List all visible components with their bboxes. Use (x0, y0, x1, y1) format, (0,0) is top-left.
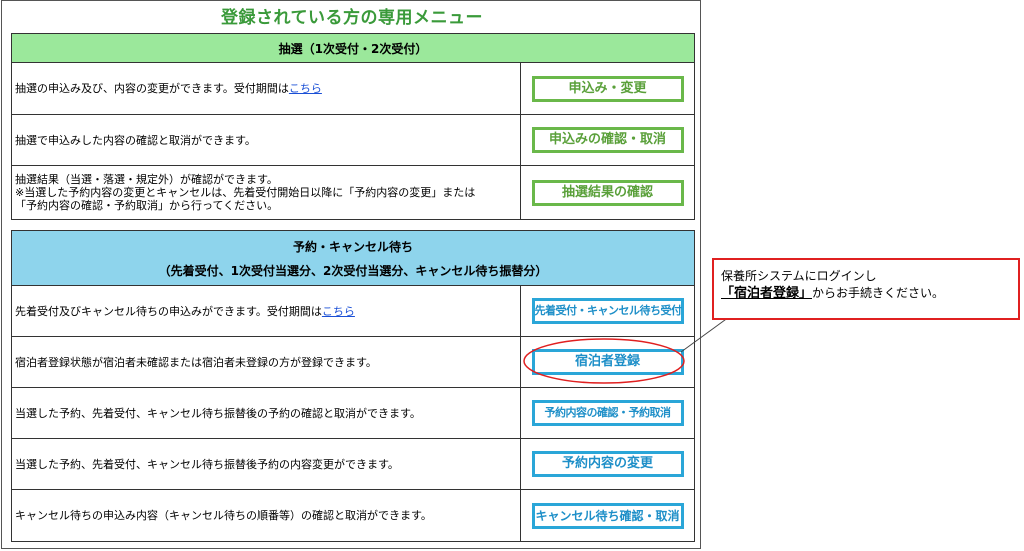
callout-highlight: 「宿泊者登録」 (721, 286, 813, 301)
callout-box: 保養所システムにログインし 「宿泊者登録」からお手続きください。 (712, 258, 1020, 320)
highlight-ellipse (523, 338, 685, 384)
